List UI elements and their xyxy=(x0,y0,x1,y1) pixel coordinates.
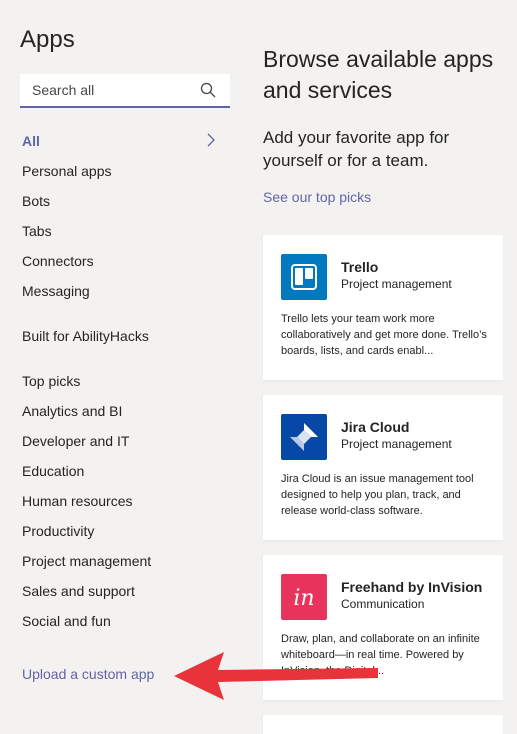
sidebar-item-top-picks[interactable]: Top picks xyxy=(22,371,222,391)
sidebar-item-education[interactable]: Education xyxy=(22,461,222,481)
search-box[interactable] xyxy=(20,74,230,108)
annotation-arrow-icon xyxy=(174,652,378,700)
sidebar-item-social-fun[interactable]: Social and fun xyxy=(22,611,222,631)
invision-icon: in xyxy=(281,574,327,620)
trello-icon xyxy=(281,254,327,300)
app-description: Trello lets your team work more collabor… xyxy=(281,313,487,357)
sidebar-item-project-management[interactable]: Project management xyxy=(22,551,222,571)
sidebar-item-built-for-org[interactable]: Built for AbilityHacks xyxy=(22,326,222,346)
app-category: Project management xyxy=(341,437,452,451)
sidebar-item-all[interactable]: All xyxy=(22,131,222,151)
sidebar-item-human-resources[interactable]: Human resources xyxy=(22,491,222,511)
app-category: Communication xyxy=(341,597,425,611)
jira-icon xyxy=(281,414,327,460)
sidebar-item-tabs[interactable]: Tabs xyxy=(22,221,222,241)
app-card-trello[interactable]: Trello Project management Trello lets yo… xyxy=(263,235,503,380)
sidebar-item-analytics-bi[interactable]: Analytics and BI xyxy=(22,401,222,421)
main-content: Browse available apps and services Add y… xyxy=(240,0,517,734)
app-card-jira[interactable]: Jira Cloud Project management Jira Cloud… xyxy=(263,395,503,540)
app-card-partial[interactable] xyxy=(263,715,503,734)
search-input[interactable] xyxy=(32,82,192,98)
main-heading: Browse available apps and services xyxy=(263,46,494,103)
sidebar-item-productivity[interactable]: Productivity xyxy=(22,521,222,541)
sidebar-item-connectors[interactable]: Connectors xyxy=(22,251,222,271)
app-description: Jira Cloud is an issue management tool d… xyxy=(281,473,474,517)
app-name: Freehand by InVision xyxy=(341,579,483,595)
page-title: Apps xyxy=(20,26,75,53)
search-icon[interactable] xyxy=(200,82,216,98)
sidebar-item-bots[interactable]: Bots xyxy=(22,191,222,211)
sidebar-item-personal-apps[interactable]: Personal apps xyxy=(22,161,222,181)
svg-text:in: in xyxy=(293,586,314,611)
sidebar: Apps All Personal apps Bots Tabs Connect… xyxy=(0,0,240,734)
main-subheading: Add your favorite app for yourself or fo… xyxy=(263,128,450,170)
sidebar-item-messaging[interactable]: Messaging xyxy=(22,281,222,301)
app-category: Project management xyxy=(341,277,452,291)
upload-custom-app-link[interactable]: Upload a custom app xyxy=(22,666,154,682)
sidebar-item-developer-it[interactable]: Developer and IT xyxy=(22,431,222,451)
chevron-right-icon xyxy=(207,133,215,147)
top-picks-link[interactable]: See our top picks xyxy=(263,189,371,205)
sidebar-item-sales-support[interactable]: Sales and support xyxy=(22,581,222,601)
app-name: Trello xyxy=(341,259,379,275)
app-name: Jira Cloud xyxy=(341,419,410,435)
